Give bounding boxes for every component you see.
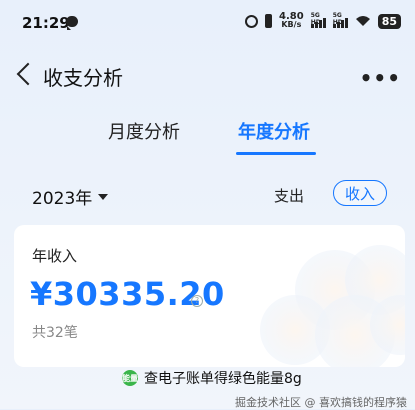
status-icons: 4.80 KB/s 5G HD 5G HD 85 [245, 12, 401, 29]
tab-monthly[interactable]: 月度分析 [108, 118, 180, 144]
back-icon[interactable] [16, 62, 40, 86]
annual-income-card: 年收入 ¥30335.20 ? 共32笔 [14, 225, 405, 367]
card-label: 年收入 [32, 247, 78, 265]
more-icon[interactable]: ••• [360, 66, 401, 90]
signal-label: 5G HD [310, 12, 321, 26]
chevron-down-icon [98, 193, 109, 200]
signal-icon: 5G HD [310, 12, 326, 28]
active-tab-indicator [236, 152, 316, 155]
page-title: 收支分析 [43, 66, 123, 90]
cloud-decoration [260, 245, 405, 367]
signal-label: 5G HD [332, 12, 343, 26]
status-time: 21:29 [22, 14, 70, 32]
vibrate-icon [265, 14, 272, 28]
network-speed: 4.80 KB/s [279, 12, 304, 29]
network-speed-unit: KB/s [281, 20, 302, 29]
energy-banner[interactable]: 能量 查电子账单得绿色能量8g [122, 368, 302, 388]
signal-icon: 5G HD [332, 12, 348, 28]
alarm-icon [245, 14, 258, 28]
chat-notification-icon [66, 16, 78, 30]
battery-icon: 85 [377, 13, 401, 29]
tab-yearly[interactable]: 年度分析 [238, 118, 310, 144]
income-toggle[interactable]: 收入 [333, 180, 387, 206]
help-icon[interactable]: ? [191, 295, 203, 307]
energy-icon: 能量 [122, 370, 138, 386]
year-label: 2023年 [32, 189, 93, 209]
wifi-icon [355, 16, 370, 26]
year-selector[interactable]: 2023年 [32, 184, 109, 209]
banner-text: 查电子账单得绿色能量8g [144, 371, 302, 387]
expense-toggle[interactable]: 支出 [274, 185, 304, 206]
transaction-count: 共32笔 [32, 325, 78, 341]
watermark: 掘金技术社区 @ 喜欢搞钱的程序猿 [235, 396, 407, 409]
income-amount: ¥30335.20 [30, 275, 225, 313]
